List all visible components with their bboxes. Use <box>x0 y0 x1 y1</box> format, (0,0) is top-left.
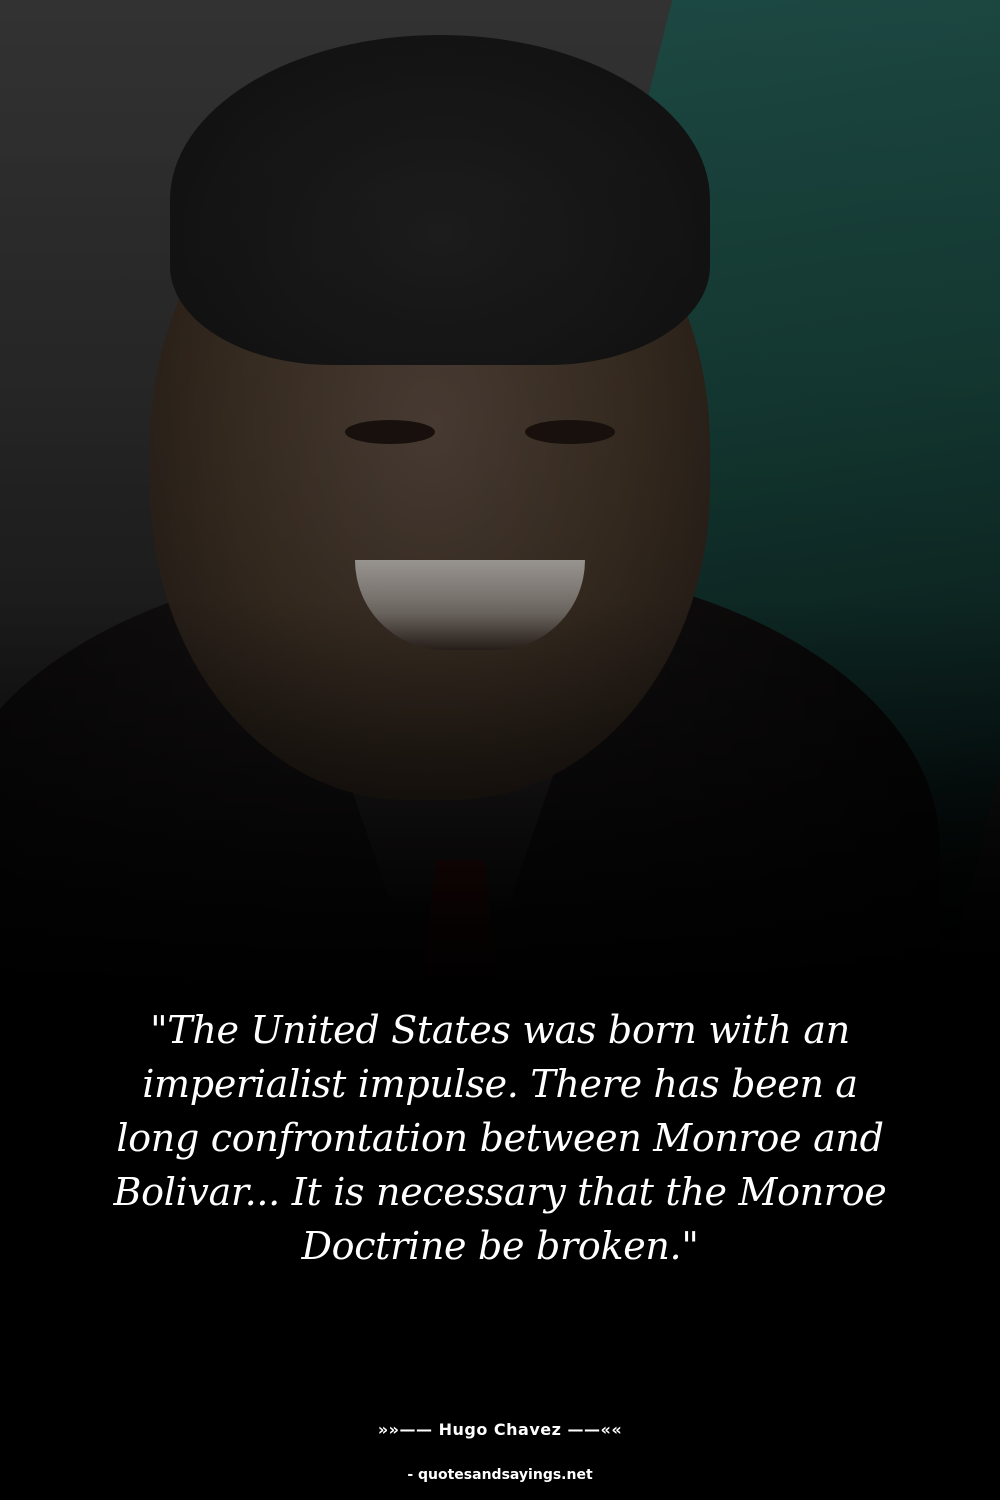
quote-text: "The United States was born with an impe… <box>113 1008 887 1268</box>
author-attribution: »»—— Hugo Chavez ——«« <box>377 1420 623 1439</box>
quote-poster: "The United States was born with an impe… <box>0 0 1000 1500</box>
dark-overlay <box>0 0 1000 1000</box>
source-credit: - quotesandsayings.net <box>407 1467 593 1483</box>
portrait-photo <box>0 0 1000 1000</box>
